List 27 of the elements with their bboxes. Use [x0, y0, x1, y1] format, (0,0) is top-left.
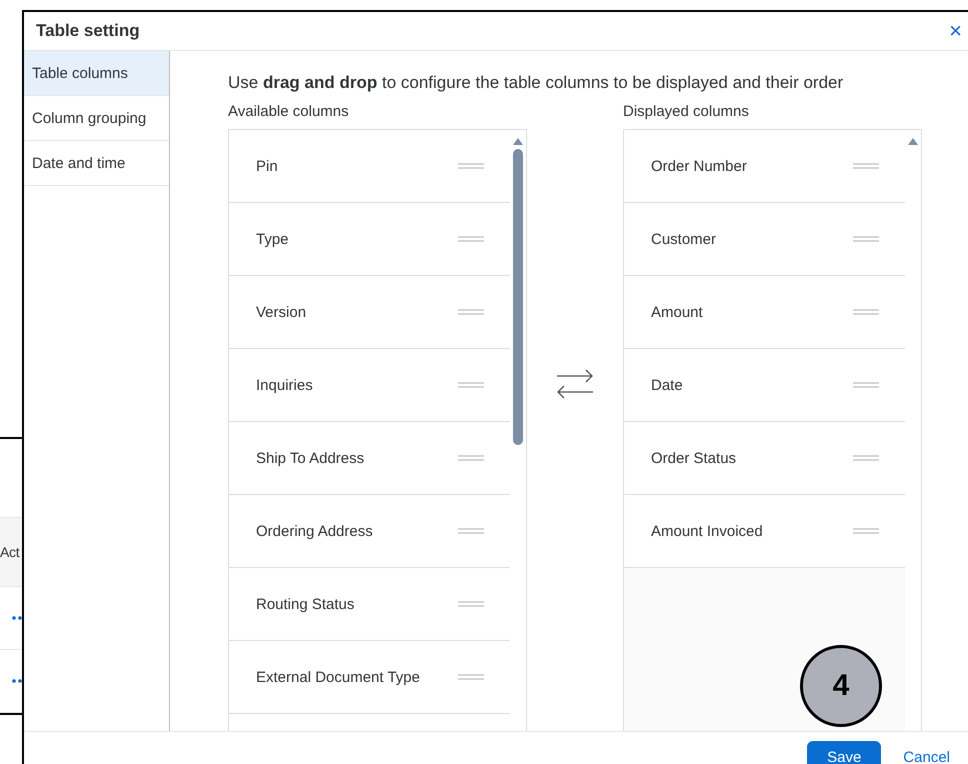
scrollbar-thumb[interactable]: [513, 149, 523, 445]
sidebar-item[interactable]: Table columns: [24, 51, 169, 96]
drag-handle-icon[interactable]: [458, 601, 484, 607]
drag-handle-icon[interactable]: [458, 309, 484, 315]
list-label: Available columns: [228, 103, 350, 122]
column-header: Act: [0, 544, 20, 560]
close-button[interactable]: ×: [949, 20, 962, 42]
drag-handle-icon[interactable]: [458, 382, 484, 388]
cancel-button[interactable]: Cancel: [903, 741, 950, 764]
drag-handle-icon[interactable]: [853, 236, 879, 242]
dialog-title: Table setting: [36, 21, 140, 41]
scroll-up-icon[interactable]: [908, 138, 918, 145]
drag-handle-icon[interactable]: [458, 455, 484, 461]
drag-handle-icon[interactable]: [853, 163, 879, 169]
drag-handle-icon[interactable]: [458, 674, 484, 680]
instruction-text: Use drag and drop to configure the table columns to be displayed and their order: [228, 73, 844, 93]
save-button[interactable]: Save: [807, 741, 882, 764]
drag-handle-icon[interactable]: [853, 309, 879, 315]
drag-handle-icon[interactable]: [458, 528, 484, 534]
drag-handle-icon[interactable]: [458, 236, 484, 242]
swap-arrows-icon: [556, 368, 594, 400]
drag-handle-icon[interactable]: [458, 163, 484, 169]
scroll-up-icon[interactable]: [513, 138, 523, 145]
drag-handle-icon[interactable]: [853, 382, 879, 388]
drag-handle-icon[interactable]: [853, 455, 879, 461]
list-label: Displayed columns: [623, 103, 750, 122]
drag-handle-icon[interactable]: [853, 528, 879, 534]
